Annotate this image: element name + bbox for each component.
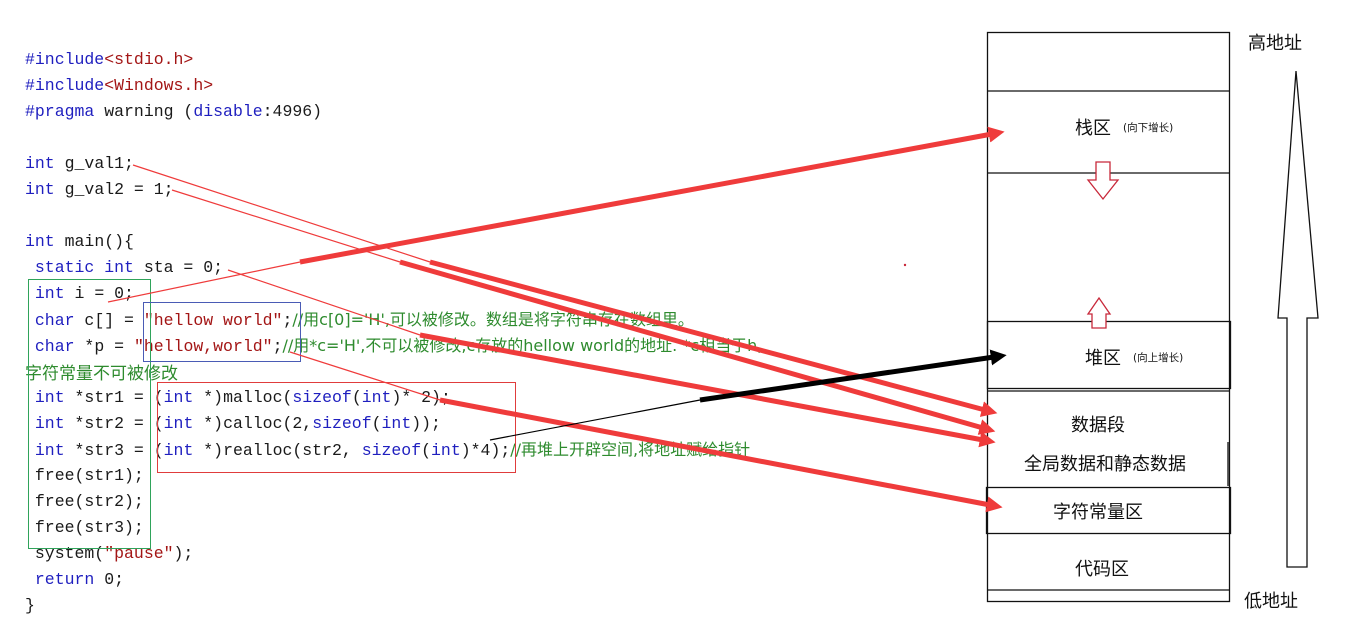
leader-str3 [489,399,701,441]
heap-label: 堆区 [1085,348,1121,369]
local-variables-box [28,279,151,549]
code-line: } [25,593,35,619]
code-keyword: #pragma [25,102,95,121]
arrow-i-to-stack [299,126,1005,265]
code-line: #include<Windows.h> [25,73,213,99]
code-text: warning ( [94,102,194,121]
low-address-label: 低地址 [1244,591,1298,612]
code-comment: //用*c='H',不可以被修改,c存放的hellow world的地址. *c… [282,336,763,355]
code-line: #include<stdio.h> [25,47,193,73]
code-keyword: #include [25,76,105,95]
string-constants-label: 字符常量区 [1053,502,1143,523]
leader-g-val2 [171,189,401,263]
address-direction-arrow-icon [1277,70,1319,568]
stray-dot [903,263,907,267]
code-line: int g_val2 = 1; [25,177,174,203]
data-segment-sublabel: 全局数据和静态数据 [1024,454,1186,475]
heap-note: (向上增长) [1133,352,1184,364]
code-keyword: #include [25,50,105,69]
code-string: <stdio.h> [104,50,194,69]
code-line: int g_val1; [25,151,134,177]
stack-segment: 栈区 (向下增长) [1075,114,1173,140]
code-text: g_val2 = 1; [54,180,174,199]
heap-segment: 堆区 (向上增长) [1085,344,1183,370]
code-segment-label: 代码区 [1075,559,1129,580]
code-keyword: disable [193,102,263,121]
code-text: sta = 0; [133,258,224,277]
stack-grows-down-icon [1086,161,1120,201]
code-text: } [25,596,35,615]
code-line: return 0; [25,567,124,593]
stack-note: (向下增长) [1123,122,1174,134]
leader-g-val1 [132,164,431,263]
code-keyword: int [25,232,55,251]
code-line: static int sta = 0; [25,255,223,281]
string-literals-box [143,302,301,362]
code-comment: //再堆上开辟空间,将地址赋给指针 [510,440,751,459]
stack-label: 栈区 [1075,118,1111,139]
high-address-label: 高地址 [1248,33,1302,54]
code-text: main(){ [54,232,134,251]
code-comment: //用c[0]='H',可以被修改。数组是将字符串存在数组里。 [292,310,694,329]
code-text: :4996) [262,102,323,121]
heap-grows-up-icon [1086,296,1112,329]
code-keyword: int [25,180,55,199]
code-line: #pragma warning (disable:4996) [25,99,322,125]
code-text: 0; [94,570,125,589]
code-line: int main(){ [25,229,134,255]
code-string: <Windows.h> [104,76,214,95]
heap-allocation-box [157,382,516,473]
code-keyword: int [25,154,55,173]
arrow-str3-to-heap [699,349,1007,403]
code-text: ); [173,544,194,563]
code-keyword: static int [25,258,134,277]
code-keyword: return [25,570,95,589]
code-text: g_val1; [54,154,134,173]
data-segment-label: 数据段 [1071,415,1125,436]
